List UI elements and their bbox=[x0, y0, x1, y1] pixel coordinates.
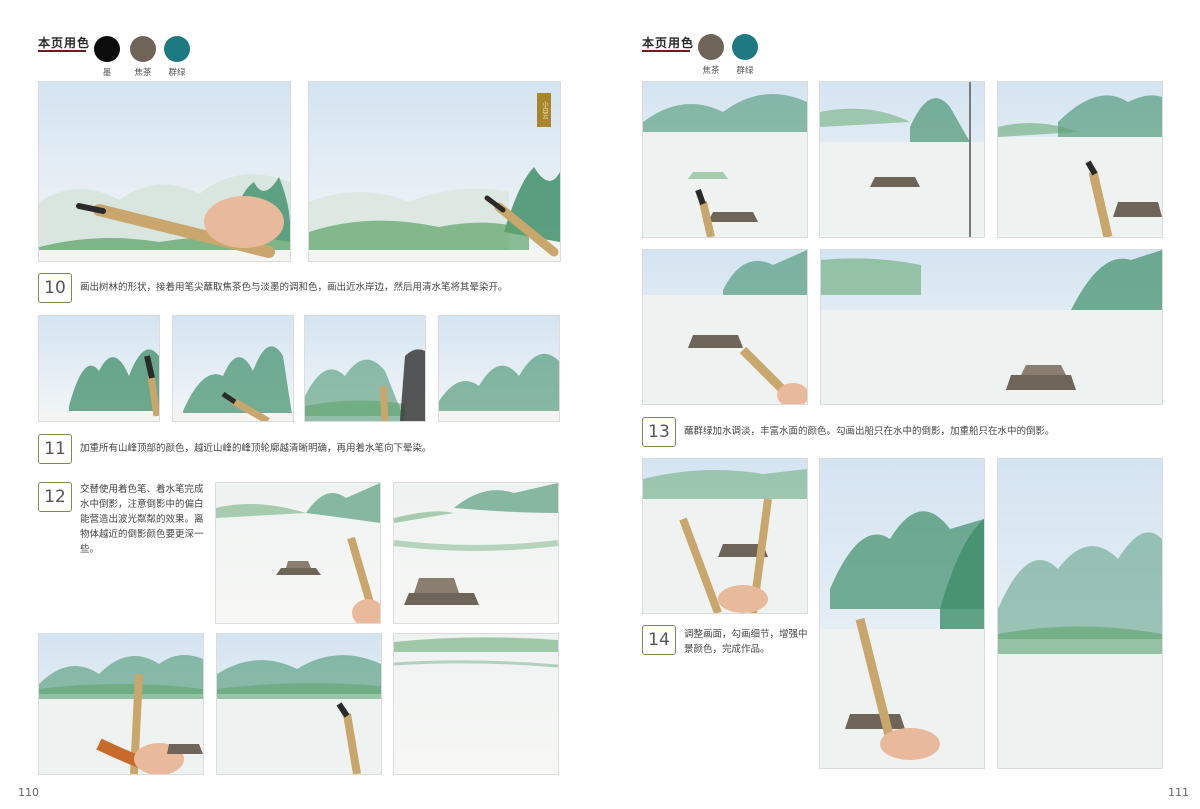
header-rule bbox=[38, 50, 86, 52]
step-13-photo-5 bbox=[820, 249, 1163, 405]
step-14-text: 调整画面，勾画细节，增强中景颜色，完成作品。 bbox=[684, 629, 808, 655]
step-14-photo-2 bbox=[819, 458, 985, 769]
step-12-photo-5 bbox=[393, 633, 559, 775]
color-swatch-burnt-tea bbox=[698, 34, 724, 60]
color-swatch-group-green bbox=[732, 34, 758, 60]
step-11-photo-3 bbox=[304, 315, 426, 422]
step-10-photo-1 bbox=[38, 81, 291, 262]
step-number-14: 14 bbox=[642, 625, 676, 655]
step-11-photo-2 bbox=[172, 315, 294, 422]
step-12-photo-3 bbox=[38, 633, 204, 775]
step-number-10: 10 bbox=[38, 273, 72, 303]
color-swatch-ink bbox=[94, 36, 120, 62]
artist-stamp: 小白云 bbox=[537, 93, 551, 127]
step-13-photo-1 bbox=[642, 81, 808, 238]
step-11-photo-4 bbox=[438, 315, 560, 422]
step-13-photo-2 bbox=[819, 81, 985, 238]
step-12-photo-2 bbox=[393, 482, 559, 624]
step-14-photo-1 bbox=[642, 458, 808, 614]
color-swatch-group-green bbox=[164, 36, 190, 62]
swatch-label: 群绿 bbox=[168, 68, 186, 78]
step-number-11: 11 bbox=[38, 434, 72, 464]
step-11-photo-1 bbox=[38, 315, 160, 422]
step-14-final-artwork bbox=[997, 458, 1163, 769]
page-color-title: 本页用色 bbox=[38, 36, 91, 50]
step-11-text: 加重所有山峰顶部的颜色，越近山峰的峰顶轮廓越清晰明确，再用着水笔向下晕染。 bbox=[80, 443, 432, 454]
swatch-label: 墨 bbox=[102, 68, 112, 78]
step-12-photo-4 bbox=[216, 633, 382, 775]
step-number-13: 13 bbox=[642, 417, 676, 447]
swatch-label: 群绿 bbox=[736, 66, 754, 76]
step-13-photo-3 bbox=[997, 81, 1163, 238]
step-12-text: 交替使用着色笔、着水笔完成水中倒影，注意倒影中的偏白能营造出波光粼粼的效果。离物… bbox=[80, 484, 204, 555]
step-13-photo-4 bbox=[642, 249, 808, 405]
header-rule bbox=[642, 50, 690, 52]
step-number-12: 12 bbox=[38, 482, 72, 512]
step-10-photo-2 bbox=[308, 81, 561, 262]
step-12-photo-1 bbox=[215, 482, 381, 624]
page-number-left: 110 bbox=[18, 786, 39, 799]
color-swatch-burnt-tea bbox=[130, 36, 156, 62]
page-number-right: 111 bbox=[1168, 786, 1189, 799]
page-color-title: 本页用色 bbox=[642, 36, 695, 50]
step-13-text: 蘸群绿加水调淡，丰富水面的颜色。勾画出船只在水中的倒影，加重船只在水中的倒影。 bbox=[684, 426, 1055, 437]
step-10-text: 画出树林的形状，接着用笔尖蘸取焦茶色与淡墨的调和色，画出近水岸边，然后用清水笔将… bbox=[80, 282, 508, 293]
